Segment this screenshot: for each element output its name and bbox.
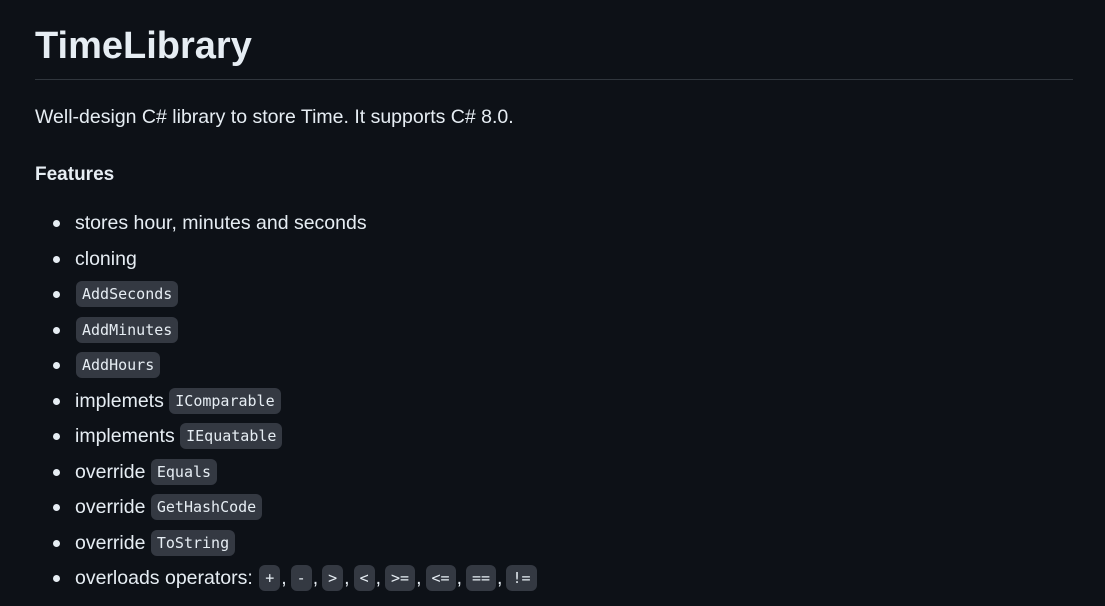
operator-code: == (465, 565, 497, 591)
list-item: AddSeconds (35, 279, 1073, 315)
feature-text: stores hour, minutes and seconds (75, 212, 367, 234)
bullet-icon (53, 468, 60, 476)
bullet-icon (53, 291, 60, 298)
bullet-icon (53, 397, 60, 405)
operator-code: - (290, 565, 312, 591)
list-item: AddMinutes (35, 315, 1073, 351)
bullet-icon (53, 220, 60, 227)
list-item: overloads operators: +, -, >, <, >=, <=, ==, != (35, 563, 1073, 599)
feature-text: override (75, 460, 146, 483)
operator-code: != (506, 565, 537, 591)
operator-code: <= (425, 565, 456, 591)
bullet-icon (53, 539, 60, 547)
feature-text: override (75, 531, 146, 554)
list-item: stores hour, minutes and seconds (35, 208, 1073, 244)
feature-code: ToString (150, 529, 236, 556)
bullet-icon (53, 362, 60, 369)
bullet-icon (53, 575, 60, 582)
operator-code: < (353, 565, 375, 591)
list-item: override ToString (35, 528, 1073, 564)
list-item: implements IEquatable (35, 421, 1073, 457)
list-item: override GetHashCode (35, 492, 1073, 528)
list-item: implemets IComparable (35, 386, 1073, 422)
feature-code: Equals (150, 458, 218, 485)
list-item: AddHours (35, 350, 1073, 386)
features-list: stores hour, minutes and seconds cloning… (35, 208, 1073, 599)
list-item: cloning (35, 244, 1073, 280)
feature-text: cloning (75, 247, 137, 270)
feature-code: GetHashCode (150, 494, 263, 520)
feature-code: AddMinutes (76, 316, 179, 343)
feature-text: implemets (75, 389, 164, 412)
operators-label: overloads operators: (75, 567, 253, 589)
feature-text: implements (75, 425, 175, 447)
feature-code: IEquatable (180, 423, 283, 449)
feature-code: AddSeconds (76, 281, 179, 307)
page-title: TimeLibrary (35, 0, 1073, 80)
description: Well-design C# library to store Time. It… (35, 106, 514, 128)
features-heading: Features (35, 164, 115, 185)
bullet-icon (53, 326, 60, 334)
feature-code: IComparable (169, 387, 281, 414)
feature-code: AddHours (76, 352, 161, 378)
operator-code: > (322, 565, 344, 591)
readme: TimeLibrary Well-design C# library to st… (0, 0, 1105, 599)
bullet-icon (53, 504, 60, 511)
list-item: override Equals (35, 457, 1073, 493)
operator-code: + (259, 565, 281, 591)
operator-code: >= (385, 565, 416, 591)
bullet-icon (53, 255, 60, 263)
bullet-icon (53, 433, 60, 440)
feature-text: override (75, 496, 146, 518)
